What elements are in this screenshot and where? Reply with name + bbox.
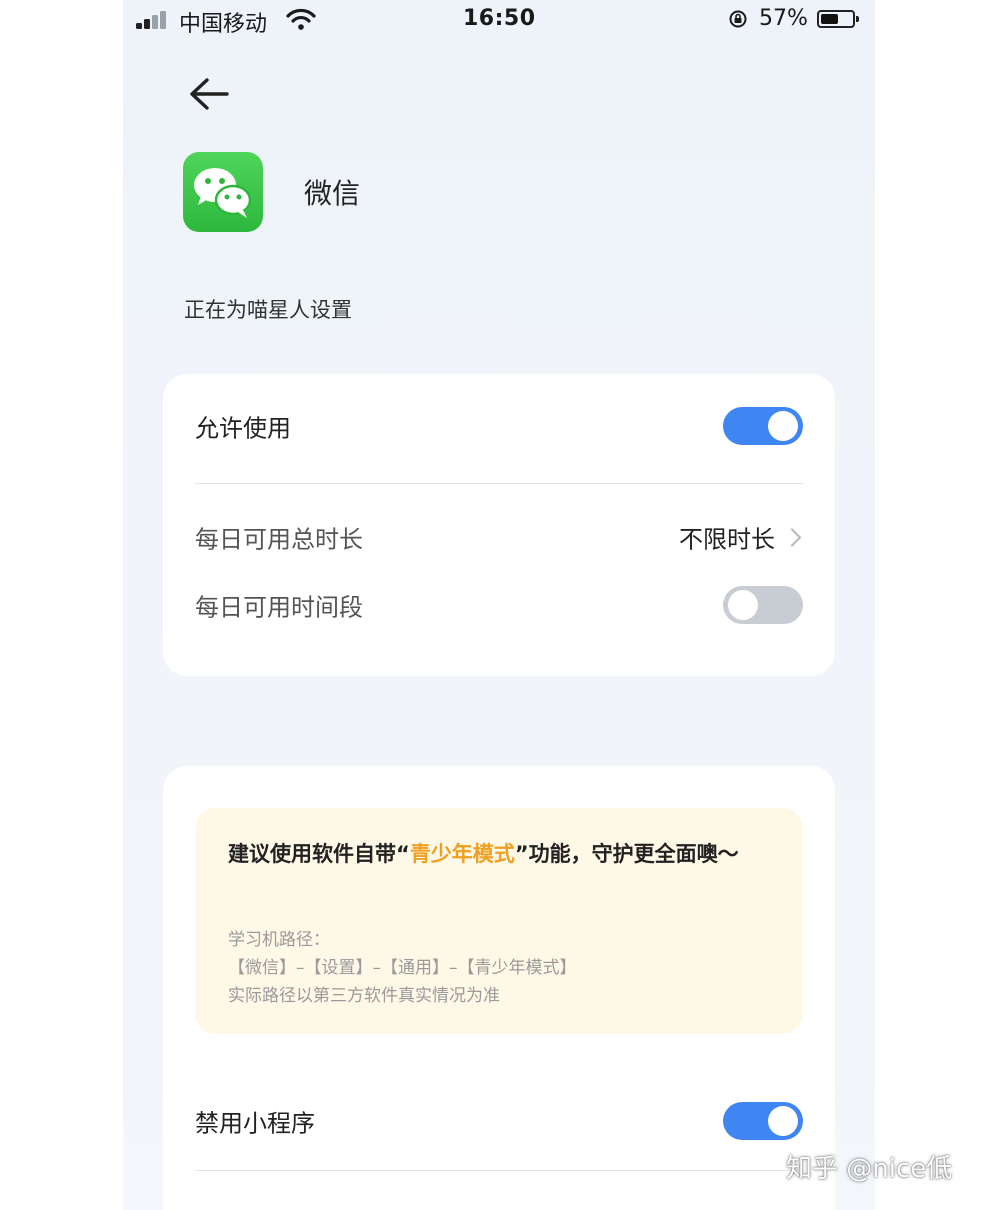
battery-percent: 57% (759, 6, 808, 31)
battery-icon (817, 10, 859, 28)
usage-settings-card: 允许使用 每日可用总时长 不限时长 每日可用时间段 (163, 374, 835, 676)
teen-mode-highlight: 青少年模式 (409, 842, 515, 866)
divider (195, 1170, 803, 1171)
wifi-icon (286, 8, 316, 30)
disable-mini-program-label: 禁用小程序 (195, 1109, 315, 1138)
wechat-icon (183, 152, 263, 232)
daily-total-label: 每日可用总时长 (195, 525, 363, 554)
status-bar: 中国移动 16:50 57% (123, 0, 875, 40)
path-title: 学习机路径： (228, 930, 330, 950)
phone-screen: 中国移动 16:50 57% 微信 正在为喵星人设置 允许使用 每日可用总时长 … (123, 0, 875, 1210)
disable-mini-program-toggle[interactable] (723, 1102, 803, 1140)
allow-use-label: 允许使用 (195, 414, 291, 443)
daily-period-label: 每日可用时间段 (195, 593, 363, 622)
notice-title: 建议使用软件自带“青少年模式”功能，守护更全面噢～ (228, 842, 739, 866)
divider (195, 483, 803, 484)
allow-use-row: 允许使用 (195, 396, 803, 456)
chevron-right-icon (790, 527, 802, 547)
path-disclaimer: 实际路径以第三方软件真实情况为准 (228, 986, 500, 1006)
carrier-name: 中国移动 (179, 12, 268, 37)
signal-icon (136, 11, 170, 29)
setting-for-label: 正在为喵星人设置 (184, 298, 352, 322)
back-arrow-icon[interactable] (187, 74, 231, 114)
daily-total-value-link[interactable]: 不限时长 (679, 520, 803, 555)
daily-total-value: 不限时长 (679, 525, 775, 554)
orientation-lock-icon (729, 10, 747, 28)
disable-mini-program-row: 禁用小程序 (195, 1091, 803, 1151)
daily-total-row[interactable]: 每日可用总时长 不限时长 (195, 507, 803, 567)
mini-program-card: 建议使用软件自带“青少年模式”功能，守护更全面噢～ 学习机路径： 【微信】–【设… (163, 766, 835, 1210)
app-name: 微信 (304, 177, 361, 210)
teen-mode-notice: 建议使用软件自带“青少年模式”功能，守护更全面噢～ 学习机路径： 【微信】–【设… (195, 808, 803, 1034)
watermark: 知乎 @nice低 (786, 1154, 953, 1184)
daily-period-toggle[interactable] (723, 586, 803, 624)
status-time: 16:50 (463, 6, 536, 31)
allow-use-toggle[interactable] (723, 407, 803, 445)
path-steps: 【微信】–【设置】–【通用】–【青少年模式】 (228, 958, 577, 978)
daily-period-row: 每日可用时间段 (195, 575, 803, 635)
